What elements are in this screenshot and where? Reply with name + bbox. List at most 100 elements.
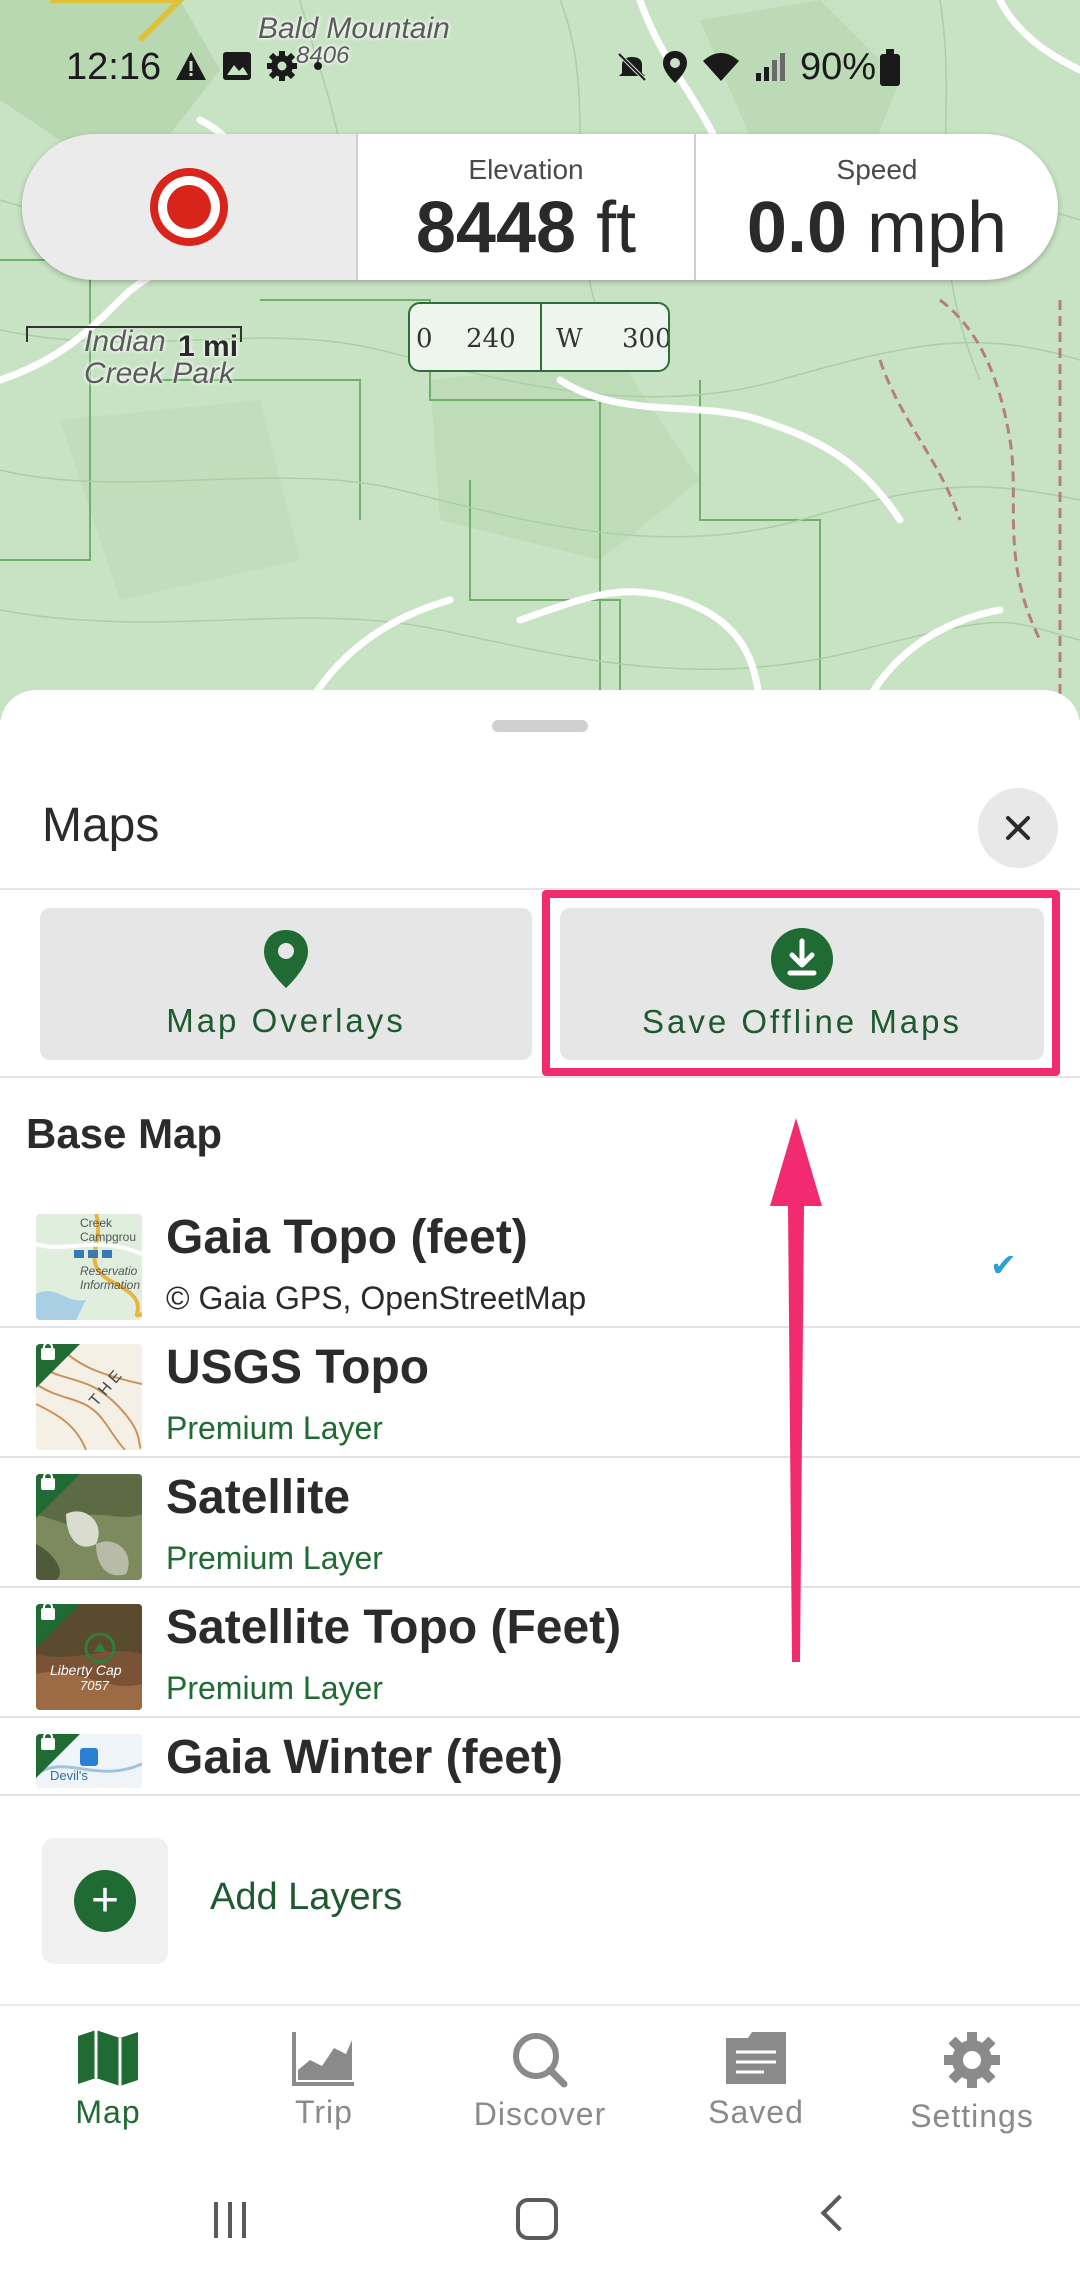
gaia-topo-thumbnail: Creek Campgrou Reservatio Information xyxy=(36,1214,142,1320)
elevation-unit: ft xyxy=(596,188,637,268)
map-icon xyxy=(78,2030,138,2086)
highlight-annotation-box xyxy=(542,890,1060,1076)
signal-icon xyxy=(756,53,785,81)
status-time: 12:16 xyxy=(66,46,162,88)
layer-premium-label: Premium Layer xyxy=(166,1540,383,1576)
thumb-text-reservation: Reservatio xyxy=(80,1264,138,1278)
mute-icon xyxy=(617,52,647,82)
nav-label: Trip xyxy=(295,2094,353,2130)
folder-icon xyxy=(726,2032,786,2084)
record-button-area[interactable] xyxy=(22,134,358,280)
drag-handle[interactable] xyxy=(492,720,588,732)
location-icon xyxy=(663,51,687,83)
search-icon xyxy=(513,2033,568,2088)
close-icon xyxy=(1006,816,1030,840)
status-bar: 12:16 90% xyxy=(0,40,1080,100)
gear-icon xyxy=(944,2032,1000,2088)
home-button[interactable] xyxy=(516,2198,558,2240)
status-left-icons xyxy=(174,50,324,82)
lock-icon xyxy=(41,1474,55,1490)
battery-percent: 90% xyxy=(800,46,877,88)
nav-map[interactable]: Map xyxy=(0,2006,216,2156)
add-layers-button[interactable]: + xyxy=(42,1838,168,1964)
back-button[interactable] xyxy=(820,2194,858,2232)
elevation-stat[interactable]: Elevation 8448 ft xyxy=(358,134,696,280)
layer-name: Gaia Winter (feet) xyxy=(166,1731,563,1784)
compass-tick-300: 300 xyxy=(622,324,670,354)
speed-label: Speed xyxy=(836,154,918,185)
compass-indicator xyxy=(540,304,542,370)
lock-icon xyxy=(41,1344,55,1360)
system-nav-bar xyxy=(0,2154,1080,2280)
thumb-text-creek: Creek xyxy=(80,1216,113,1230)
map-view[interactable]: Bald Mountain 8406 Indian Creek Park 1 m… xyxy=(0,0,1080,720)
nav-label: Map xyxy=(75,2094,141,2130)
elevation-value: 8448 xyxy=(415,188,577,268)
compass-tick-240: 240 xyxy=(466,324,516,354)
compass-tick-left: 0 xyxy=(416,324,433,354)
plus-icon: + xyxy=(74,1870,136,1932)
annotation-arrow xyxy=(770,1118,822,1662)
nav-label: Settings xyxy=(910,2098,1034,2134)
add-layers-label[interactable]: Add Layers xyxy=(210,1876,402,1919)
chart-icon xyxy=(292,2032,354,2086)
warning-icon xyxy=(176,52,206,80)
map-overlays-label: Map Overlays xyxy=(166,1002,406,1039)
gear-icon xyxy=(267,51,297,81)
sheet-title: Maps xyxy=(42,799,160,852)
nav-saved[interactable]: Saved xyxy=(648,2006,864,2156)
nav-label: Discover xyxy=(473,2096,607,2132)
divider xyxy=(0,1076,1080,1078)
lock-icon xyxy=(41,1734,55,1750)
layer-attribution: © Gaia GPS, OpenStreetMap xyxy=(166,1280,587,1316)
satellite-topo-thumbnail: Liberty Cap 7057 xyxy=(36,1604,142,1710)
check-icon: ✔ xyxy=(990,1247,1017,1283)
record-icon[interactable] xyxy=(150,168,228,246)
image-icon xyxy=(223,52,251,80)
speed-stat[interactable]: Speed 0.0 mph xyxy=(696,134,1058,280)
close-button[interactable] xyxy=(978,788,1058,868)
layer-row-gaia-winter[interactable]: Devil's Gaia Winter (feet) xyxy=(0,1718,1080,1788)
layer-premium-label: Premium Layer xyxy=(166,1670,383,1706)
compass-heading[interactable]: 0 240 W 300 xyxy=(408,302,670,372)
layer-name: Satellite xyxy=(166,1471,351,1524)
base-map-list[interactable]: Creek Campgrou Reservatio Information Ga… xyxy=(0,1198,1080,1794)
layer-name: Gaia Topo (feet) xyxy=(166,1211,528,1264)
recent-apps-button[interactable] xyxy=(214,2202,246,2238)
bottom-nav: Map Trip Discover Saved Settings xyxy=(0,2004,1080,2154)
divider xyxy=(0,1794,1080,1796)
usgs-topo-thumbnail: T H E xyxy=(36,1344,142,1450)
nav-trip[interactable]: Trip xyxy=(216,2006,432,2156)
satellite-thumbnail xyxy=(36,1474,142,1580)
thumb-text-7057: 7057 xyxy=(80,1678,109,1693)
scale-label: 1 mi xyxy=(178,330,239,363)
thumb-text-information: Information xyxy=(80,1278,141,1292)
lock-icon xyxy=(41,1604,55,1620)
speed-value-line: 0.0 mph xyxy=(747,192,1007,264)
elevation-value-line: 8448 ft xyxy=(416,192,636,264)
layer-row-usgs-topo[interactable]: T H E USGS Topo Premium Layer xyxy=(0,1328,1080,1458)
thumb-text-liberty-cap: Liberty Cap xyxy=(50,1662,122,1678)
nav-settings[interactable]: Settings xyxy=(864,2006,1080,2156)
battery-icon xyxy=(880,49,900,86)
elevation-label: Elevation xyxy=(468,154,584,185)
layer-row-satellite[interactable]: Satellite Premium Layer xyxy=(0,1458,1080,1588)
compass-direction: W xyxy=(556,324,583,354)
layer-row-satellite-topo[interactable]: Liberty Cap 7057 Satellite Topo (Feet) P… xyxy=(0,1588,1080,1718)
status-right-icons xyxy=(616,50,788,84)
add-layers-row[interactable]: + Add Layers xyxy=(0,1838,1080,1968)
pin-icon xyxy=(264,930,308,988)
map-overlays-button[interactable]: Map Overlays xyxy=(40,908,532,1060)
speed-unit: mph xyxy=(867,188,1008,268)
stats-panel: Elevation 8448 ft Speed 0.0 mph xyxy=(22,134,1058,280)
layer-name: USGS Topo xyxy=(166,1341,430,1394)
dot-icon xyxy=(314,62,322,70)
gaia-winter-thumbnail: Devil's xyxy=(36,1734,142,1788)
wifi-icon xyxy=(703,53,739,81)
layer-row-gaia-topo[interactable]: Creek Campgrou Reservatio Information Ga… xyxy=(0,1198,1080,1328)
layer-premium-label: Premium Layer xyxy=(166,1410,383,1446)
base-map-title: Base Map xyxy=(26,1110,223,1157)
speed-value: 0.0 xyxy=(746,188,847,268)
layer-name: Satellite Topo (Feet) xyxy=(166,1601,622,1654)
nav-discover[interactable]: Discover xyxy=(432,2006,648,2156)
